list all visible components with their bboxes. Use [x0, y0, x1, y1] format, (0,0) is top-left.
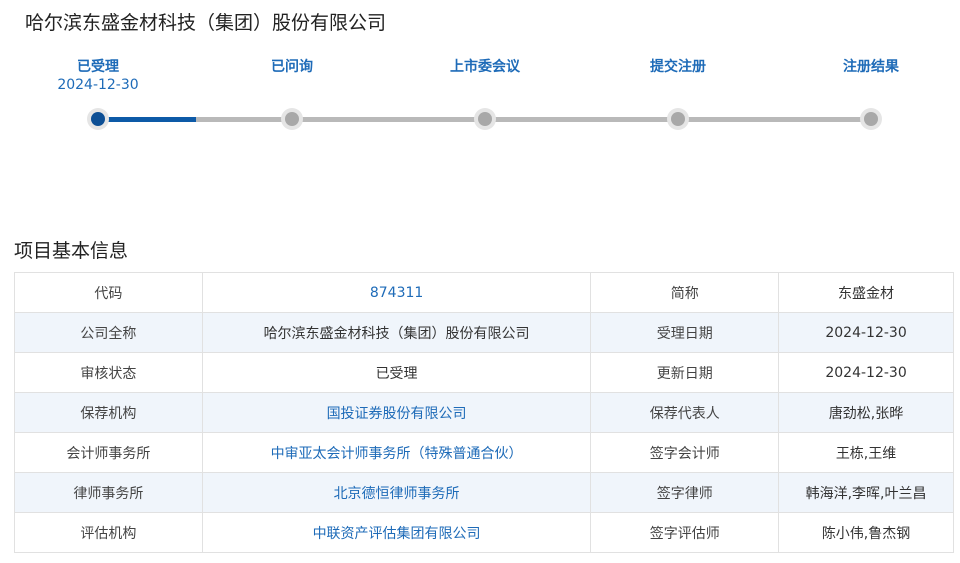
table-row: 公司全称 哈尔滨东盛金材科技（集团）股份有限公司 受理日期 2024-12-30 [14, 312, 954, 353]
label-sponsor: 保荐机构 [14, 392, 203, 433]
table-row: 代码 874311 简称 东盛金材 [14, 272, 954, 313]
value-short-name: 东盛金材 [778, 272, 954, 313]
label-accounting-firm: 会计师事务所 [14, 432, 203, 473]
label-review-status: 审核状态 [14, 352, 203, 393]
label-signing-accountants: 签字会计师 [590, 432, 780, 473]
label-full-name: 公司全称 [14, 312, 203, 353]
table-row: 会计师事务所 中审亚太会计师事务所（特殊普通合伙） 签字会计师 王栋,王维 [14, 432, 954, 473]
step-dot-listing-committee [474, 108, 496, 130]
project-info-table: 代码 874311 简称 东盛金材 公司全称 哈尔滨东盛金材科技（集团）股份有限… [14, 272, 954, 553]
value-law-firm-link[interactable]: 北京德恒律师事务所 [201, 472, 592, 513]
table-row: 评估机构 中联资产评估集团有限公司 签字评估师 陈小伟,鲁杰钢 [14, 512, 954, 553]
step-label-submit-registration[interactable]: 提交注册 [608, 56, 748, 76]
value-full-name: 哈尔滨东盛金材科技（集团）股份有限公司 [201, 312, 592, 353]
label-law-firm: 律师事务所 [14, 472, 203, 513]
value-accept-date: 2024-12-30 [778, 312, 954, 353]
table-row: 保荐机构 国投证券股份有限公司 保荐代表人 唐劲松,张晔 [14, 392, 954, 433]
step-dot-submit-registration [667, 108, 689, 130]
value-signing-accountants: 王栋,王维 [778, 432, 954, 473]
value-appraisal-firm-link[interactable]: 中联资产评估集团有限公司 [201, 512, 592, 553]
step-dot-inquired [281, 108, 303, 130]
label-code: 代码 [14, 272, 203, 313]
label-signing-appraisers: 签字评估师 [590, 512, 780, 553]
step-dot-registration-result [860, 108, 882, 130]
value-signing-appraisers: 陈小伟,鲁杰钢 [778, 512, 954, 553]
progress-stepper: 已受理 2024-12-30 已问询 上市委会议 提交注册 注册结果 [0, 52, 960, 142]
value-review-status: 已受理 [201, 352, 592, 393]
value-sponsor-link[interactable]: 国投证券股份有限公司 [201, 392, 592, 433]
label-appraisal-firm: 评估机构 [14, 512, 203, 553]
table-row: 审核状态 已受理 更新日期 2024-12-30 [14, 352, 954, 393]
table-row: 律师事务所 北京德恒律师事务所 签字律师 韩海洋,李晖,叶兰昌 [14, 472, 954, 513]
step-label-registration-result[interactable]: 注册结果 [801, 56, 941, 76]
value-sponsor-reps: 唐劲松,张晔 [778, 392, 954, 433]
step-date-accepted: 2024-12-30 [57, 77, 139, 93]
section-title: 项目基本信息 [14, 240, 129, 262]
label-signing-lawyers: 签字律师 [590, 472, 780, 513]
step-label-listing-committee[interactable]: 上市委会议 [415, 56, 555, 76]
value-signing-lawyers: 韩海洋,李晖,叶兰昌 [778, 472, 954, 513]
value-update-date: 2024-12-30 [778, 352, 954, 393]
step-dot-accepted [87, 108, 109, 130]
value-code-link[interactable]: 874311 [201, 272, 592, 313]
label-accept-date: 受理日期 [590, 312, 780, 353]
label-short-name: 简称 [590, 272, 780, 313]
label-update-date: 更新日期 [590, 352, 780, 393]
progress-track-fill [98, 117, 196, 122]
label-sponsor-reps: 保荐代表人 [590, 392, 780, 433]
value-accounting-firm-link[interactable]: 中审亚太会计师事务所（特殊普通合伙） [201, 432, 592, 473]
step-label-inquired[interactable]: 已问询 [222, 56, 362, 76]
step-label-accepted[interactable]: 已受理 [28, 56, 168, 76]
company-title: 哈尔滨东盛金材科技（集团）股份有限公司 [25, 12, 387, 34]
